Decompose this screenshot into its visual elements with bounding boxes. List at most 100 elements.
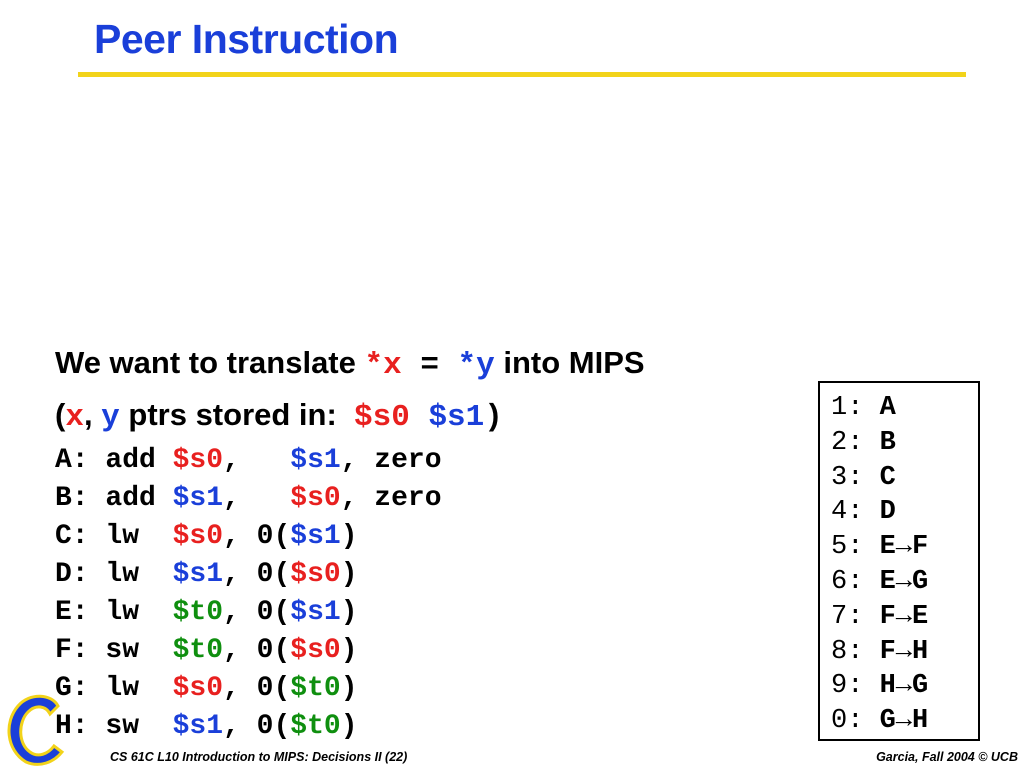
code-label: A: add: [55, 445, 173, 476]
footer-course: CS 61C L10 Introduction to MIPS: Decisio…: [110, 750, 408, 764]
answer-choice: 6: E→G: [831, 565, 978, 600]
register: $t0: [172, 597, 224, 628]
reg-s1: $s1: [428, 400, 485, 435]
code-sep: , 0(: [223, 635, 291, 666]
answer-choice: 0: G→H: [831, 704, 978, 739]
intro-line-1: We want to translate *x = *y into MIPS: [55, 345, 645, 383]
register: $s1: [172, 483, 224, 514]
code-sep: ,: [223, 483, 291, 514]
intro-mid-text: ptrs stored in:: [119, 397, 355, 432]
code-line-e: E: lw $t0, 0($s1): [55, 594, 442, 632]
code-line-a: A: add $s0, $s1, zero: [55, 442, 442, 480]
answer-value: H→G: [879, 671, 929, 702]
intro-text-a: We want to translate: [55, 345, 365, 380]
register: $t0: [172, 635, 224, 666]
register: $t0: [290, 711, 341, 742]
answer-choice: 7: F→E: [831, 600, 978, 635]
register: $s1: [172, 559, 224, 590]
code-line-b: B: add $s1, $s0, zero: [55, 480, 442, 518]
code-label: D: lw: [55, 559, 173, 590]
answer-number: 3:: [831, 462, 880, 493]
answer-choice: 9: H→G: [831, 669, 978, 704]
code-line-f: F: sw $t0, 0($s0): [55, 632, 442, 670]
code-tail: ): [340, 559, 358, 590]
register: $s1: [172, 711, 224, 742]
answer-number: 2:: [831, 427, 880, 458]
code-tail: ): [340, 673, 358, 704]
code-line-c: C: lw $s0, 0($s1): [55, 518, 442, 556]
code-sep: , 0(: [223, 521, 291, 552]
answer-choice: 8: F→H: [831, 635, 978, 670]
code-tail: ): [340, 597, 358, 628]
code-label: B: add: [55, 483, 173, 514]
answer-number: 1:: [831, 393, 880, 423]
register: $t0: [290, 673, 341, 704]
intro-text-b: into MIPS: [494, 345, 645, 380]
answer-value: E→G: [879, 566, 929, 597]
answer-value: C: [879, 462, 896, 493]
code-tail: ): [340, 521, 358, 552]
code-tail: ): [340, 711, 358, 742]
register: $s0: [290, 483, 341, 514]
answer-choices-box: 1: A 2: B 3: C 4: D 5: E→F 6: E→G 7: F→E…: [818, 381, 980, 741]
code-label: C: lw: [55, 521, 173, 552]
code-sep: , 0(: [223, 711, 291, 742]
code-line-d: D: lw $s1, 0($s0): [55, 556, 442, 594]
code-label: H: sw: [55, 711, 173, 742]
answer-choice: 2: B: [831, 426, 978, 461]
close-paren: ): [484, 400, 503, 435]
comma: ,: [83, 397, 102, 432]
register: $s1: [290, 521, 341, 552]
register: $s0: [172, 445, 224, 476]
intro-line-2: (x, y ptrs stored in: $s0 $s1): [55, 397, 503, 435]
register: $s0: [172, 673, 224, 704]
register: $s0: [290, 559, 341, 590]
code-block: A: add $s0, $s1, zero B: add $s1, $s0, z…: [55, 442, 442, 746]
var-y: y: [101, 400, 120, 435]
register: $s1: [290, 597, 341, 628]
answer-choice: 1: A: [831, 391, 978, 426]
code-sep: , 0(: [223, 559, 291, 590]
answer-number: 4:: [831, 497, 880, 528]
code-label: G: lw: [55, 673, 173, 704]
ptr-y: *y: [457, 348, 495, 383]
answer-number: 9:: [831, 671, 880, 702]
title-underline: [78, 72, 966, 77]
answer-value: A: [879, 393, 896, 423]
code-label: F: sw: [55, 635, 173, 666]
ptr-x: *x: [364, 348, 402, 383]
answer-number: 7:: [831, 601, 880, 632]
register: $s0: [290, 635, 341, 666]
answer-value: E→F: [879, 532, 929, 563]
reg-s0: $s0: [354, 400, 410, 435]
code-tail: , zero: [340, 445, 442, 476]
register: $s1: [290, 445, 341, 476]
answer-value: D: [879, 497, 896, 528]
open-paren: (: [55, 397, 66, 432]
answer-choice: 5: E→F: [831, 530, 978, 565]
code-sep: , 0(: [223, 597, 291, 628]
answer-value: G→H: [879, 706, 929, 737]
answer-number: 5:: [831, 532, 880, 563]
answer-value: B: [879, 427, 896, 458]
code-sep: ,: [223, 445, 291, 476]
var-x: x: [65, 400, 84, 435]
code-tail: ): [340, 635, 358, 666]
answer-value: F→E: [879, 601, 929, 632]
answer-choice: 3: C: [831, 461, 978, 496]
answer-number: 6:: [831, 566, 880, 597]
code-tail: , zero: [340, 483, 442, 514]
code-sep: , 0(: [223, 673, 291, 704]
code-label: E: lw: [55, 597, 173, 628]
footer-author: Garcia, Fall 2004 © UCB: [876, 750, 1018, 764]
answer-value: F→H: [879, 636, 929, 667]
register: $s0: [172, 521, 224, 552]
answer-choice: 4: D: [831, 495, 978, 530]
slide-title: Peer Instruction: [94, 16, 399, 62]
answer-number: 8:: [831, 636, 880, 667]
answer-number: 0:: [831, 706, 880, 737]
equals-sign: =: [401, 348, 458, 383]
code-line-h: H: sw $s1, 0($t0): [55, 708, 442, 746]
cal-logo-icon: [7, 694, 65, 766]
